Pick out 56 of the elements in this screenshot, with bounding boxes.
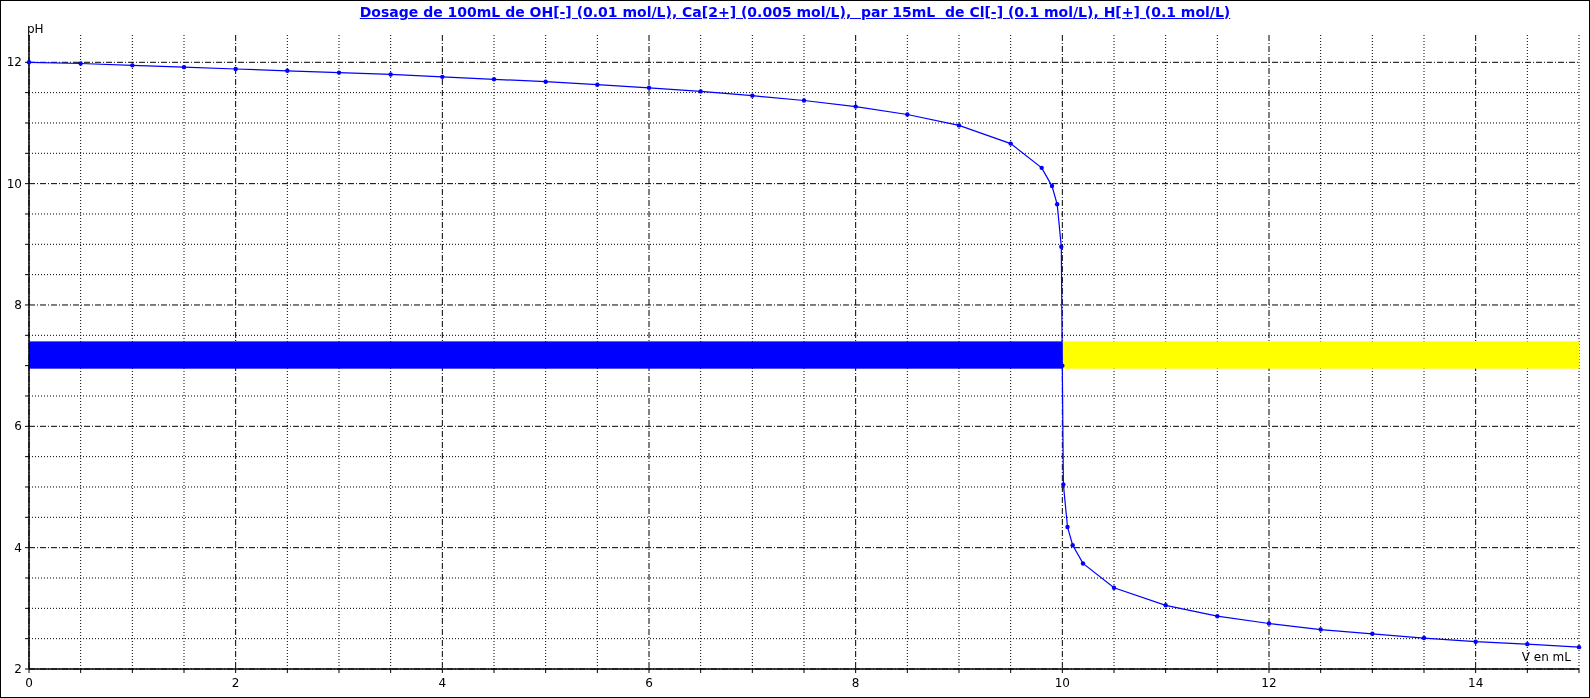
axis-tick-label: 12 [6,55,22,70]
data-point [1421,635,1427,641]
axis-tick-label: 14 [1468,676,1484,690]
data-point [130,63,135,68]
data-point [1070,543,1075,548]
data-point [1049,183,1055,189]
data-point [181,64,187,70]
data-point [595,82,600,87]
data-point [233,66,238,72]
data-point [1318,627,1323,632]
axis-tick-label: 10 [1054,676,1070,690]
data-point [646,85,652,90]
data-point [1059,244,1064,249]
data-point [905,112,910,117]
data-point [1111,585,1117,590]
axis-tick-label: 12 [1261,676,1277,690]
data-point [956,123,962,128]
axis-tick-label: 2 [14,662,22,676]
data-point [801,98,807,103]
data-point [1008,141,1013,146]
data-point [1473,639,1478,644]
data-point [78,61,83,66]
data-point [1576,644,1582,650]
data-point [750,93,755,98]
data-point [491,77,497,82]
data-point [440,74,445,80]
data-point [1080,561,1086,566]
axis-tick-label: 8 [851,676,860,690]
data-point [1065,524,1070,530]
axis-tick-label: 8 [14,298,22,312]
data-point [1163,603,1168,608]
data-point [1054,202,1060,207]
axis-tick-label: 4 [438,676,447,690]
axis-tick-label: 10 [6,176,22,191]
axis-tick-label: 2 [231,676,240,690]
data-point [1215,614,1220,619]
data-point [1525,641,1530,647]
data-point [1266,621,1272,626]
axis-title: V en mL [1521,650,1571,664]
axis-title: pH [27,23,44,36]
axis-tick-label: 0 [25,676,33,690]
data-point [26,60,32,65]
data-point [698,89,703,94]
axis-tick-label: 6 [14,419,22,434]
data-point [1060,363,1065,368]
axis-tick-label: 6 [645,676,653,690]
data-point [543,79,548,84]
data-point [1039,165,1044,171]
data-point [853,104,858,109]
chart-title: Dosage de 100mL de OH[-] (0.01 mol/L), Ca[2+] (0.005 mol/L), par 15mL de Cl[-] (0.1 mol/L), H[+] (0.1 mol/L) [359,4,1231,20]
axis-tick-label: 4 [14,540,22,555]
data-point [1061,482,1066,487]
data-point [336,70,342,75]
data-point [1370,631,1375,636]
data-point [285,68,290,73]
data-point [388,72,393,77]
